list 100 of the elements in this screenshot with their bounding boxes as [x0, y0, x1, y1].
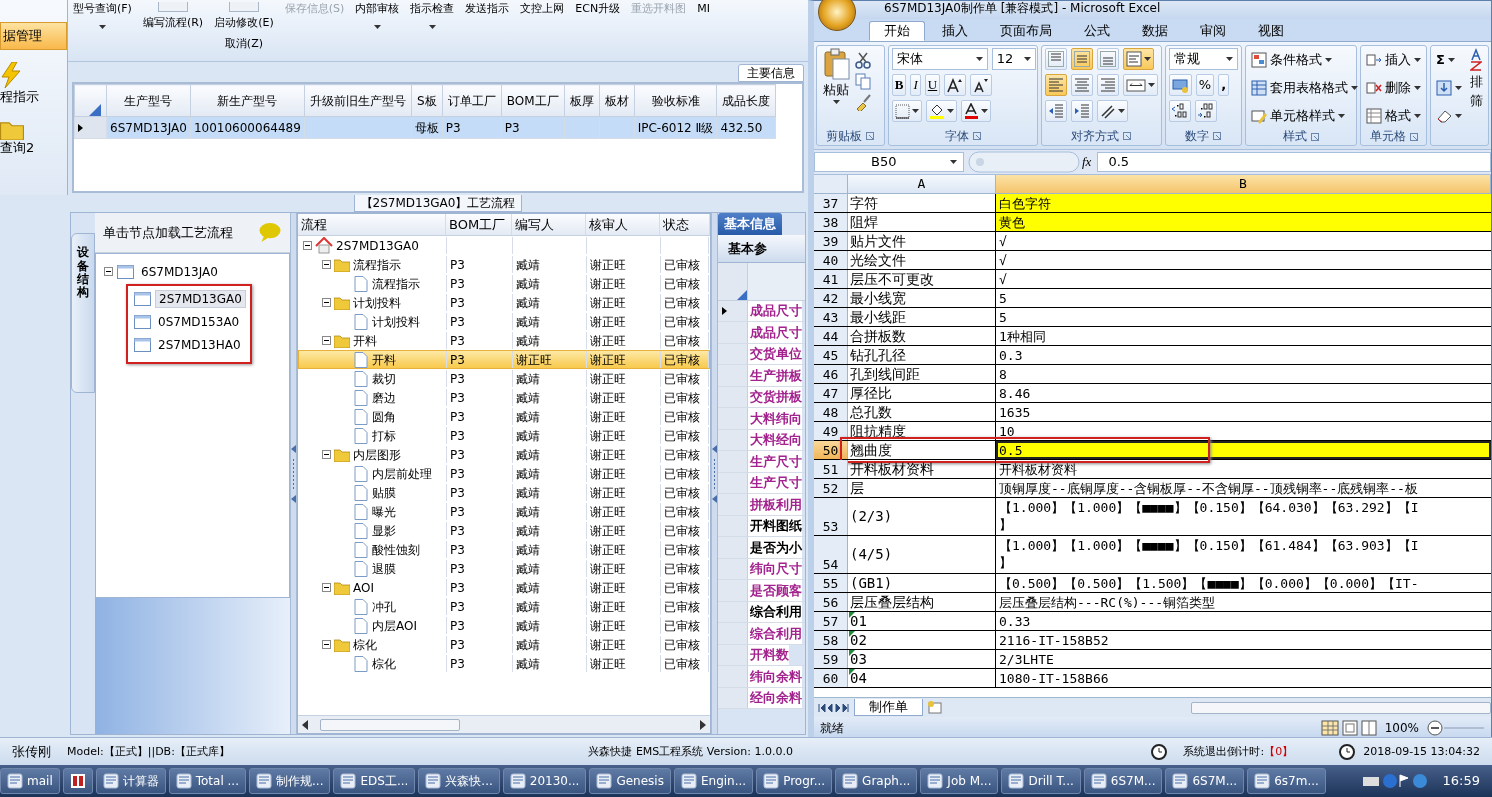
process-row[interactable]: 内层前处理 P3 臧靖 谢正旺 已审核	[298, 464, 710, 484]
font-color-button[interactable]	[960, 100, 991, 122]
ribbon-menu-button[interactable]: 套用表格格式	[1249, 76, 1360, 100]
shrink-font-button[interactable]	[970, 74, 993, 96]
ribbon-menu-button[interactable]: 单元格样式	[1249, 104, 1360, 128]
formula-bar-handle-icon[interactable]	[968, 151, 1080, 173]
scissors-icon[interactable]	[855, 52, 871, 69]
taskbar-button[interactable]	[62, 768, 93, 794]
process-row[interactable]: 退膜 P3 臧靖 谢正旺 已审核	[298, 559, 710, 579]
font-name-field[interactable]: 宋体	[891, 48, 988, 70]
ribbon-tab[interactable]: 插入	[927, 21, 983, 41]
orientation-button[interactable]	[1096, 100, 1128, 122]
tree-item[interactable]: 2S7MD13HA0	[155, 336, 244, 354]
taskbar-button[interactable]: 兴森快...	[418, 768, 500, 794]
splitter-handle-icon[interactable]	[291, 444, 296, 503]
toolbar-button[interactable]: 取消(Z)	[223, 35, 264, 53]
process-row[interactable]: 磨边 P3 臧靖 谢正旺 已审核	[298, 388, 710, 408]
ribbon-tab[interactable]: 开始	[869, 21, 925, 41]
row-header[interactable]: 58	[814, 631, 848, 649]
taskbar-button[interactable]: 6S7M...	[1083, 768, 1163, 794]
paste-button[interactable]: 粘贴	[820, 48, 852, 127]
collapse-icon[interactable]	[322, 640, 331, 650]
decrease-decimal-button[interactable]	[1194, 100, 1217, 122]
decrease-indent-button[interactable]	[1044, 100, 1067, 122]
increase-decimal-button[interactable]	[1168, 100, 1191, 122]
currency-button[interactable]	[1168, 74, 1192, 96]
toolbar-button[interactable]: 启动修改(E)	[213, 0, 275, 32]
process-row[interactable]: 酸性蚀刻 P3 臧靖 谢正旺 已审核	[298, 540, 710, 560]
dialog-launcher-icon[interactable]	[1123, 132, 1132, 140]
toolbar-button[interactable]: 内部审核	[354, 0, 401, 32]
process-row[interactable]: 曝光 P3 臧靖 谢正旺 已审核	[298, 502, 710, 522]
ribbon-tab[interactable]: 数据	[1127, 21, 1183, 41]
row-header[interactable]	[718, 301, 748, 322]
ribbon-tab[interactable]: 审阅	[1185, 21, 1241, 41]
taskbar-button[interactable]: Genesis	[589, 768, 671, 794]
toolbar-button[interactable]: 型号查询(F)	[72, 0, 133, 32]
align-center-button[interactable]	[1070, 74, 1093, 96]
panel-tab[interactable]: 主要信息	[738, 64, 804, 83]
ribbon-tab[interactable]: 视图	[1243, 21, 1299, 41]
scroll-right-icon[interactable]	[700, 719, 706, 730]
view-buttons-icon[interactable]	[1320, 720, 1377, 736]
collapse-icon[interactable]	[322, 260, 331, 270]
dialog-launcher-icon[interactable]	[1213, 132, 1222, 140]
taskbar-button[interactable]: Graph...	[835, 768, 918, 794]
process-row[interactable]: 裁切 P3 臧靖 谢正旺 已审核	[298, 369, 710, 389]
process-row[interactable]: 2S7MD13GA0	[298, 236, 710, 256]
collapse-icon[interactable]	[104, 267, 113, 277]
italic-button[interactable]: I	[910, 74, 921, 96]
system-tray-icon[interactable]	[1361, 772, 1428, 790]
align-middle-button[interactable]	[1070, 48, 1093, 70]
tree-item[interactable]: 2S7MD13GA0	[155, 289, 246, 309]
scrollbar-thumb[interactable]	[1191, 701, 1491, 714]
process-row[interactable]: 显影 P3 臧靖 谢正旺 已审核	[298, 521, 710, 541]
row-header[interactable]: 54	[814, 536, 848, 573]
process-row[interactable]: 棕化 P3 臧靖 谢正旺 已审核	[298, 654, 710, 674]
autosum-button[interactable]: Σ	[1434, 48, 1464, 72]
taskbar-button[interactable]: 6s7m...	[1247, 768, 1326, 794]
grow-font-button[interactable]	[944, 74, 967, 96]
row-header[interactable]: 55	[814, 574, 848, 592]
toolbar-button[interactable]: 文控上网	[519, 0, 566, 18]
row-header[interactable]: 39	[814, 232, 848, 250]
increase-indent-button[interactable]	[1070, 100, 1093, 122]
taskbar-button[interactable]: 制作规...	[249, 768, 331, 794]
taskbar-button[interactable]: 计算器	[95, 768, 166, 794]
splitter-handle-icon[interactable]	[712, 444, 717, 503]
dialog-launcher-icon[interactable]	[1311, 132, 1319, 141]
toolbar-button[interactable]: 发送指示	[464, 0, 511, 18]
row-header[interactable]: 42	[814, 289, 848, 307]
taskbar-button[interactable]: Total ...	[168, 768, 246, 794]
format-painter-icon[interactable]	[855, 94, 871, 111]
scrollbar-thumb[interactable]	[320, 718, 460, 731]
process-row[interactable]: 开料 P3 谢正旺 谢正旺 已审核	[298, 350, 710, 370]
process-row[interactable]: 内层AOI P3 臧靖 谢正旺 已审核	[298, 616, 710, 636]
number-format-field[interactable]: 常规	[1168, 48, 1238, 70]
process-row[interactable]: AOI P3 臧靖 谢正旺 已审核	[298, 578, 710, 598]
taskbar-clock[interactable]: 16:59	[1430, 773, 1492, 789]
process-row[interactable]: 内层图形 P3 臧靖 谢正旺 已审核	[298, 445, 710, 465]
scroll-left-icon[interactable]	[302, 719, 308, 730]
toolbar-button[interactable]: MI	[696, 0, 711, 18]
row-header[interactable]: 40	[814, 251, 848, 269]
align-top-button[interactable]	[1044, 48, 1067, 70]
comma-button[interactable]: ,	[1218, 74, 1230, 96]
taskbar-button[interactable]: Engin...	[673, 768, 754, 794]
taskbar-button[interactable]: EDS工...	[333, 768, 416, 794]
bold-button[interactable]: B	[891, 74, 907, 96]
dialog-launcher-icon[interactable]	[1409, 132, 1418, 141]
collapse-icon[interactable]	[303, 241, 312, 251]
wrap-text-button[interactable]	[1122, 48, 1154, 70]
zoom-slider-icon[interactable]	[1427, 720, 1485, 736]
process-row[interactable]: 圆角 P3 臧靖 谢正旺 已审核	[298, 407, 710, 427]
taskbar-button[interactable]: mail	[0, 768, 60, 794]
row-header[interactable]	[74, 116, 107, 139]
toolbar-button[interactable]: ECN升级	[574, 0, 622, 18]
process-row[interactable]: 冲孔 P3 臧靖 谢正旺 已审核	[298, 597, 710, 617]
ribbon-tab[interactable]: 公式	[1069, 21, 1125, 41]
process-row[interactable]: 打标 P3 臧靖 谢正旺 已审核	[298, 426, 710, 446]
panel-tab[interactable]: 基本信息	[718, 213, 782, 235]
toolbar-button[interactable]: 编写流程(R)	[141, 0, 205, 32]
tree-item[interactable]: 0S7MD153A0	[155, 313, 243, 331]
process-row[interactable]: 流程指示 P3 臧靖 谢正旺 已审核	[298, 274, 710, 294]
